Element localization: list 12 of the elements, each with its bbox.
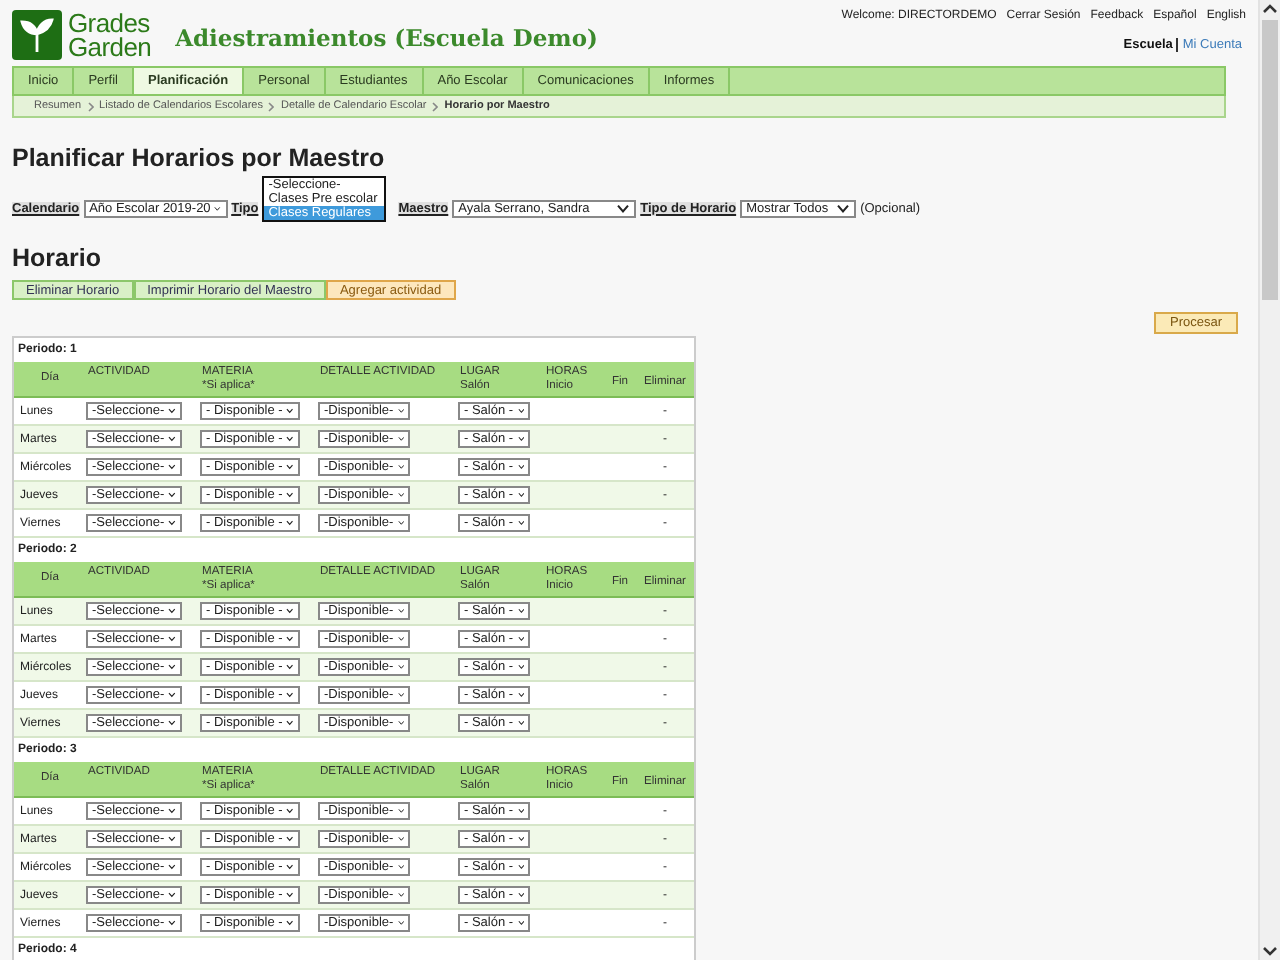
chevron-right-icon: [87, 101, 94, 111]
section-title: Horario: [12, 244, 103, 274]
logo-text: Garden: [68, 35, 152, 59]
scrollbar-thumb[interactable]: [1262, 20, 1278, 300]
chevron-right-icon: [432, 101, 439, 111]
school-name: Adiestramientos (Escuela Demo): [175, 24, 598, 52]
logo-text: Grades: [68, 11, 152, 35]
chevron-icon: [616, 203, 631, 213]
chevron-icon: [836, 203, 851, 213]
page-title: Planificar Horarios por Maestro: [12, 144, 385, 176]
chevron-right-icon: [268, 101, 275, 111]
plant-logo-icon: [12, 10, 62, 60]
